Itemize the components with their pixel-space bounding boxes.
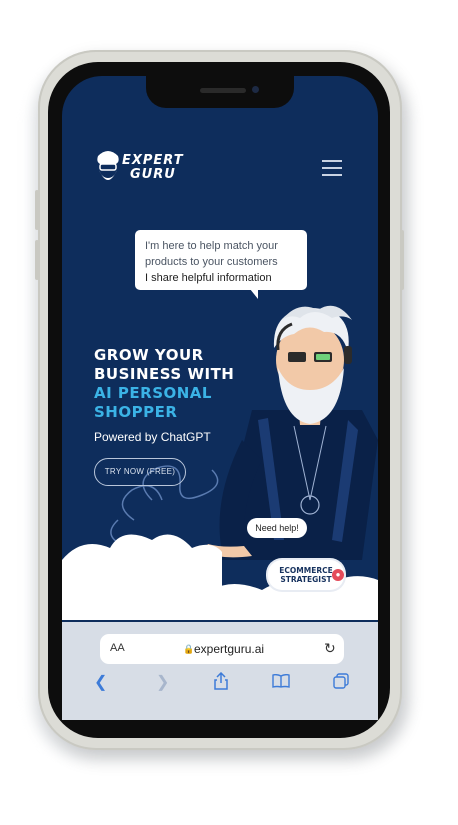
try-now-button[interactable]: TRY NOW (FREE): [94, 458, 186, 486]
power-button: [400, 230, 404, 290]
front-camera: [252, 86, 259, 93]
share-icon[interactable]: [213, 672, 229, 690]
bell-icon: ●: [332, 569, 344, 581]
hamburger-icon[interactable]: [322, 160, 342, 176]
need-help-bubble[interactable]: Need help!: [247, 518, 307, 538]
bookmarks-icon[interactable]: [272, 674, 290, 688]
volume-button: [35, 240, 39, 280]
home-indicator-area: [62, 700, 378, 720]
reload-icon[interactable]: ↻: [324, 640, 336, 657]
speech-bubble: I'm here to help match your products to …: [135, 230, 307, 290]
tabs-icon[interactable]: [333, 673, 349, 689]
hero-title-line4: SHOPPER: [94, 403, 178, 421]
expert-guru-logo[interactable]: EXPERT GURU: [94, 148, 194, 190]
hero-title: GROW YOUR BUSINESS WITH AI PERSONAL SHOP…: [94, 346, 264, 422]
bubble-line2: products to your customers: [145, 256, 278, 268]
powered-by-text: Powered by ChatGPT: [94, 430, 211, 444]
lock-icon: 🔒: [183, 644, 195, 654]
bubble-line1: I'm here to help match your: [145, 240, 278, 252]
forward-icon[interactable]: ❯: [156, 672, 169, 692]
speaker: [200, 88, 246, 93]
bubble-line3: I share helpful information: [145, 272, 272, 284]
volume-button: [35, 190, 39, 230]
logo-line1: EXPERT: [122, 153, 184, 168]
logo-line2: GURU: [130, 167, 176, 182]
guru-face-icon: [97, 151, 119, 180]
hero-title-line2: BUSINESS WITH: [94, 365, 235, 383]
hero-title-line1: GROW YOUR: [94, 346, 204, 364]
speech-bubble-tail: [250, 289, 258, 299]
url-text[interactable]: expertguru.ai: [194, 642, 264, 656]
back-icon[interactable]: ❮: [94, 672, 107, 692]
text-size-button[interactable]: AA: [110, 642, 125, 654]
hero-title-line3: AI PERSONAL: [94, 384, 212, 402]
